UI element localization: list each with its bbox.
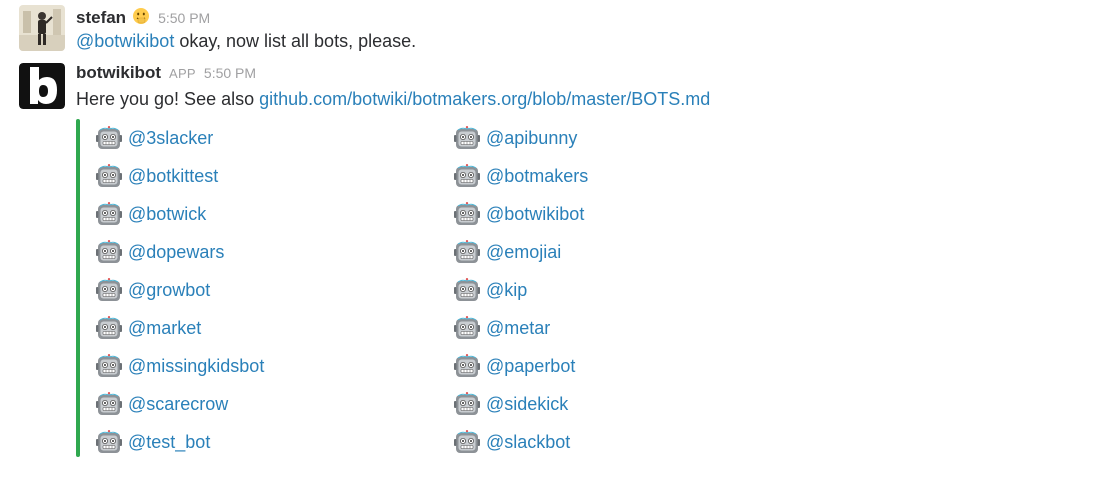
bot-list-item: @kip [454,271,754,309]
app-badge: APP [168,66,196,81]
bot-mention-link[interactable]: @slackbot [486,432,570,453]
bot-list-item: @emojiai [454,233,754,271]
bot-mention-link[interactable]: @metar [486,318,550,339]
bot-list-item: @botwikibot [454,195,754,233]
bot-list-item: @scarecrow [96,385,454,423]
bot-list-item: @missingkidsbot [96,347,454,385]
message-header: botwikibot APP 5:50 PM [76,63,1093,87]
message-body: Here you go! See also github.com/botwiki… [76,87,1093,111]
bot-mention-link[interactable]: @emojiai [486,242,561,263]
robot-face-icon [454,240,480,263]
robot-face-icon [96,430,122,453]
robot-face-icon [96,278,122,301]
robot-face-icon [96,126,122,149]
bot-mention-link[interactable]: @botmakers [486,166,588,187]
message-attachment: @3slacker @apibunny @botkittest @botmake… [76,119,1093,461]
timestamp[interactable]: 5:50 PM [204,65,256,81]
bot-list-item: @slackbot [454,423,754,461]
message-text: okay, now list all bots, please. [174,31,417,51]
bot-mention-link[interactable]: @market [128,318,201,339]
bot-mention-link[interactable]: @botwikibot [486,204,584,225]
robot-face-icon [454,164,480,187]
bot-mention-link[interactable]: @dopewars [128,242,224,263]
robot-face-icon [96,392,122,415]
robot-face-icon [454,392,480,415]
bot-list-item: @growbot [96,271,454,309]
bot-list-item: @apibunny [454,119,754,157]
bot-mention-link[interactable]: @test_bot [128,432,210,453]
avatar-stefan[interactable] [19,5,65,51]
bot-mention-link[interactable]: @3slacker [128,128,213,149]
bot-list-item: @sidekick [454,385,754,423]
avatar-botwikibot[interactable] [19,63,65,109]
robot-face-icon [96,240,122,263]
robot-face-icon [454,126,480,149]
bot-list-item: @dopewars [96,233,454,271]
bots-list-link[interactable]: github.com/botwiki/botmakers.org/blob/ma… [259,89,710,109]
robot-face-icon [96,354,122,377]
bot-list-item: @metar [454,309,754,347]
bot-list-item: @market [96,309,454,347]
message-text: Here you go! See also [76,89,260,109]
bot-mention-link[interactable]: @kip [486,280,527,301]
user-mention-link[interactable]: @botwikibot [76,31,174,51]
message-botwikibot: botwikibot APP 5:50 PM Here you go! See … [0,63,1093,461]
message-header: stefan 5:50 PM [76,5,1093,29]
robot-face-icon [454,316,480,339]
bot-mention-link[interactable]: @paperbot [486,356,575,377]
robot-face-icon [96,316,122,339]
bot-mention-link[interactable]: @apibunny [486,128,577,149]
bot-list-item: @botmakers [454,157,754,195]
bot-mention-link[interactable]: @growbot [128,280,210,301]
robot-face-icon [454,354,480,377]
bot-mention-link[interactable]: @missingkidsbot [128,356,264,377]
sender-name[interactable]: stefan [76,8,126,28]
robot-face-icon [454,430,480,453]
robot-face-icon [96,202,122,225]
bot-list-item: @test_bot [96,423,454,461]
bot-list-item: @3slacker [96,119,454,157]
bot-list-item: @botkittest [96,157,454,195]
robot-face-icon [96,164,122,187]
robot-face-icon [454,278,480,301]
message-body: @botwikibot okay, now list all bots, ple… [76,29,1093,53]
bot-mention-link[interactable]: @botkittest [128,166,218,187]
message-stefan: stefan 5:50 PM @botwikibot okay, now lis… [0,5,1093,53]
bot-mention-link[interactable]: @sidekick [486,394,568,415]
sender-name[interactable]: botwikibot [76,63,161,83]
bot-list-item: @botwick [96,195,454,233]
robot-face-icon [454,202,480,225]
bot-mention-link[interactable]: @scarecrow [128,394,228,415]
bot-list: @3slacker @apibunny @botkittest @botmake… [96,119,1093,461]
face-with-hand-over-mouth-icon[interactable] [132,7,150,25]
bot-list-item: @paperbot [454,347,754,385]
timestamp[interactable]: 5:50 PM [158,10,210,26]
attachment-accent-bar [76,119,80,457]
bot-mention-link[interactable]: @botwick [128,204,206,225]
